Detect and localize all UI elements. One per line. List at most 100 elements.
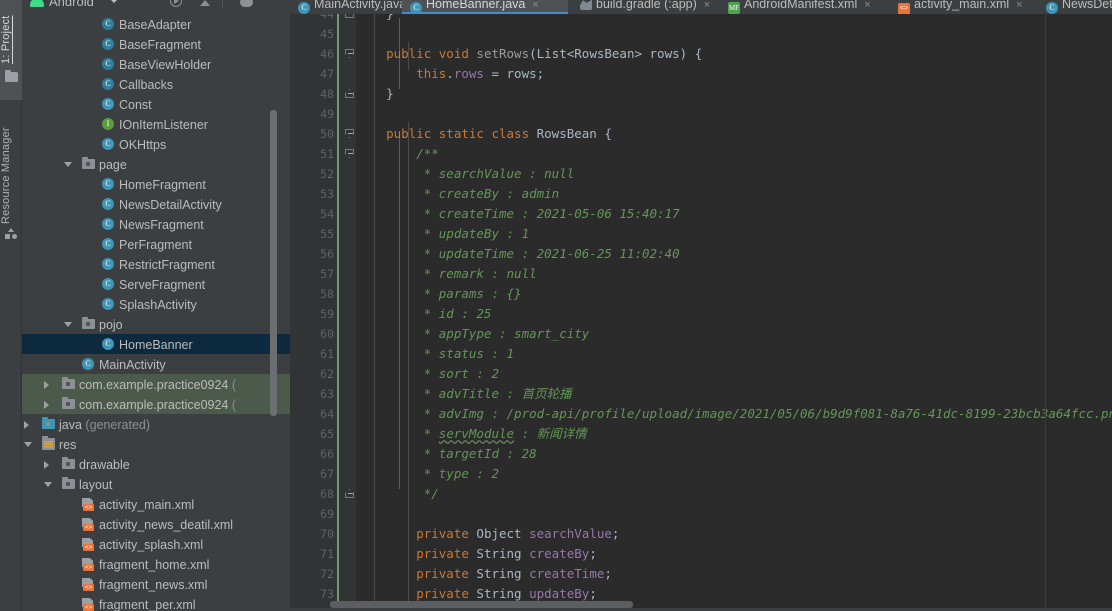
- line-number: 48: [320, 87, 334, 101]
- tree-node-label: SplashActivity: [119, 297, 197, 312]
- tree-node-splashactivity[interactable]: C SplashActivity: [22, 294, 290, 314]
- tree-node-ionitemlistener[interactable]: I IOnItemListener: [22, 114, 290, 134]
- tree-node-servefragment[interactable]: C ServeFragment: [22, 274, 290, 294]
- code-token: updateBy: [529, 586, 590, 601]
- tree-node-restrictfragment[interactable]: C RestrictFragment: [22, 254, 290, 274]
- chevron-down-icon[interactable]: [64, 322, 72, 327]
- tree-node-perfragment[interactable]: C PerFragment: [22, 234, 290, 254]
- code-token: * appType : smart_city: [356, 326, 590, 341]
- code-editor[interactable]: 44 45 46 47 48 49 50 51 52 53 54 55 56 57 58 59 60 61 62 63…: [290, 14, 1112, 611]
- code-token: searchValue: [529, 526, 612, 541]
- tree-node-com-example-practice0924[interactable]: com.example.practice0924 (: [22, 394, 290, 414]
- tree-node-activity-news-deatil-xml[interactable]: <> activity_news_deatil.xml: [22, 514, 290, 534]
- chevron-right-icon[interactable]: [24, 421, 29, 429]
- class-icon: C: [102, 178, 114, 190]
- class-icon: C: [102, 218, 114, 230]
- tree-node-activity-main-xml[interactable]: <> activity_main.xml: [22, 494, 290, 514]
- code-text-area[interactable]: } public void setRows(List<RowsBean> row…: [356, 14, 1112, 611]
- code-line: * targetId : 28: [356, 444, 537, 464]
- line-number: 62: [320, 367, 334, 381]
- code-token: *: [356, 426, 439, 441]
- chevron-down-icon[interactable]: [24, 442, 32, 447]
- up-arrow-icon[interactable]: [200, 0, 210, 6]
- class-icon: C: [102, 198, 114, 210]
- class-icon: C: [102, 338, 114, 350]
- code-token: */: [356, 486, 439, 501]
- tree-node-fragment-home-xml[interactable]: <> fragment_home.xml: [22, 554, 290, 574]
- tool-window-tab-project[interactable]: 1: Project: [0, 2, 22, 64]
- tree-node-page[interactable]: page: [22, 154, 290, 174]
- project-tree[interactable]: C BaseAdapter C BaseFragment C BaseViewHolder…: [22, 14, 290, 611]
- editor-tab-activity-main-xml[interactable]: <> activity_main.xml ×: [890, 0, 1040, 14]
- chevron-right-icon[interactable]: [44, 401, 49, 409]
- code-folding-gutter[interactable]: [342, 14, 400, 611]
- project-folder-icon: [5, 69, 18, 82]
- tree-node-drawable[interactable]: drawable: [22, 454, 290, 474]
- code-line: * createBy : admin: [356, 184, 559, 204]
- chevron-down-icon[interactable]: [110, 0, 118, 3]
- tree-node-baseviewholder[interactable]: C BaseViewHolder: [22, 54, 290, 74]
- line-number: 54: [320, 207, 334, 221]
- tree-node-pojo[interactable]: pojo: [22, 314, 290, 334]
- xml-icon: <>: [898, 3, 910, 14]
- project-tree-scrollbar[interactable]: [270, 110, 277, 416]
- fold-marker-end[interactable]: [345, 89, 354, 98]
- tree-node-fragment-news-xml[interactable]: <> fragment_news.xml: [22, 574, 290, 594]
- run-icon[interactable]: [170, 0, 182, 7]
- editor-tab-androidmanifest-xml[interactable]: MF AndroidManifest.xml ×: [720, 0, 886, 14]
- code-token: {: [596, 126, 612, 141]
- interface-icon: I: [102, 118, 114, 130]
- tree-node-callbacks[interactable]: C Callbacks: [22, 74, 290, 94]
- xml-layout-icon: <>: [82, 578, 94, 591]
- fold-marker-start[interactable]: [345, 49, 354, 58]
- tree-node-layout[interactable]: layout: [22, 474, 290, 494]
- editor-tab-build-gradle-app[interactable]: build.gradle (:app) ×: [572, 0, 732, 14]
- tree-node-const[interactable]: C Const: [22, 94, 290, 114]
- tree-node-fragment-per-xml[interactable]: <> fragment_per.xml: [22, 594, 290, 611]
- editor-tab-label: activity_main.xml: [914, 0, 1010, 11]
- chevron-right-icon[interactable]: [44, 381, 49, 389]
- tree-node-okhttps[interactable]: C OKHttps: [22, 134, 290, 154]
- module-selector[interactable]: Android: [30, 0, 94, 9]
- tree-node-baseadapter[interactable]: C BaseAdapter: [22, 14, 290, 34]
- tree-node-com-example-practice0924[interactable]: com.example.practice0924 (: [22, 374, 290, 394]
- fold-marker-end[interactable]: [345, 489, 354, 498]
- chevron-right-icon[interactable]: [44, 461, 49, 469]
- close-icon[interactable]: ×: [704, 0, 710, 14]
- tree-node-label: activity_splash.xml: [99, 537, 204, 552]
- line-number: 66: [320, 447, 334, 461]
- tree-node-java-generated[interactable]: java (generated): [22, 414, 290, 434]
- code-token: * sort : 2: [356, 366, 499, 381]
- tree-node-label: fragment_news.xml: [99, 577, 208, 592]
- tree-node-label: NewsDetailActivity: [119, 197, 222, 212]
- fold-marker-end[interactable]: [345, 14, 354, 18]
- tree-node-newsdetailactivity[interactable]: C NewsDetailActivity: [22, 194, 290, 214]
- tree-node-label: Const: [119, 97, 152, 112]
- tree-node-res[interactable]: res: [22, 434, 290, 454]
- tree-node-mainactivity[interactable]: C MainActivity: [22, 354, 290, 374]
- editor-tab-label: AndroidManifest.xml: [744, 0, 858, 11]
- tree-node-basefragment[interactable]: C BaseFragment: [22, 34, 290, 54]
- close-icon[interactable]: ×: [864, 0, 870, 14]
- bug-icon[interactable]: [240, 0, 253, 7]
- close-icon[interactable]: ×: [1016, 0, 1022, 14]
- tree-node-homefragment[interactable]: C HomeFragment: [22, 174, 290, 194]
- line-number: 65: [320, 427, 334, 441]
- code-token: * advImg : /prod-api/profile/upload/imag…: [356, 406, 1112, 421]
- chevron-down-icon[interactable]: [44, 482, 52, 487]
- editor-tab-newsdet[interactable]: C NewsDet: [1038, 0, 1112, 14]
- fold-marker-start[interactable]: [345, 129, 354, 138]
- chevron-down-icon[interactable]: [64, 162, 72, 167]
- tree-node-activity-splash-xml[interactable]: <> activity_splash.xml: [22, 534, 290, 554]
- tree-node-label: MainActivity: [99, 357, 166, 372]
- tree-node-newsfragment[interactable]: C NewsFragment: [22, 214, 290, 234]
- code-token: String: [476, 566, 530, 581]
- line-number: 59: [320, 307, 334, 321]
- line-number: 72: [320, 567, 334, 581]
- tree-node-homebanner[interactable]: C HomeBanner: [22, 334, 290, 354]
- fold-marker-start[interactable]: [345, 149, 354, 158]
- editor-horizontal-scrollbar[interactable]: [330, 601, 633, 608]
- tree-node-label: fragment_home.xml: [99, 557, 210, 572]
- vcs-change-marker[interactable]: [337, 14, 339, 608]
- tool-window-tab-resource-manager[interactable]: Resource Manager: [0, 108, 22, 224]
